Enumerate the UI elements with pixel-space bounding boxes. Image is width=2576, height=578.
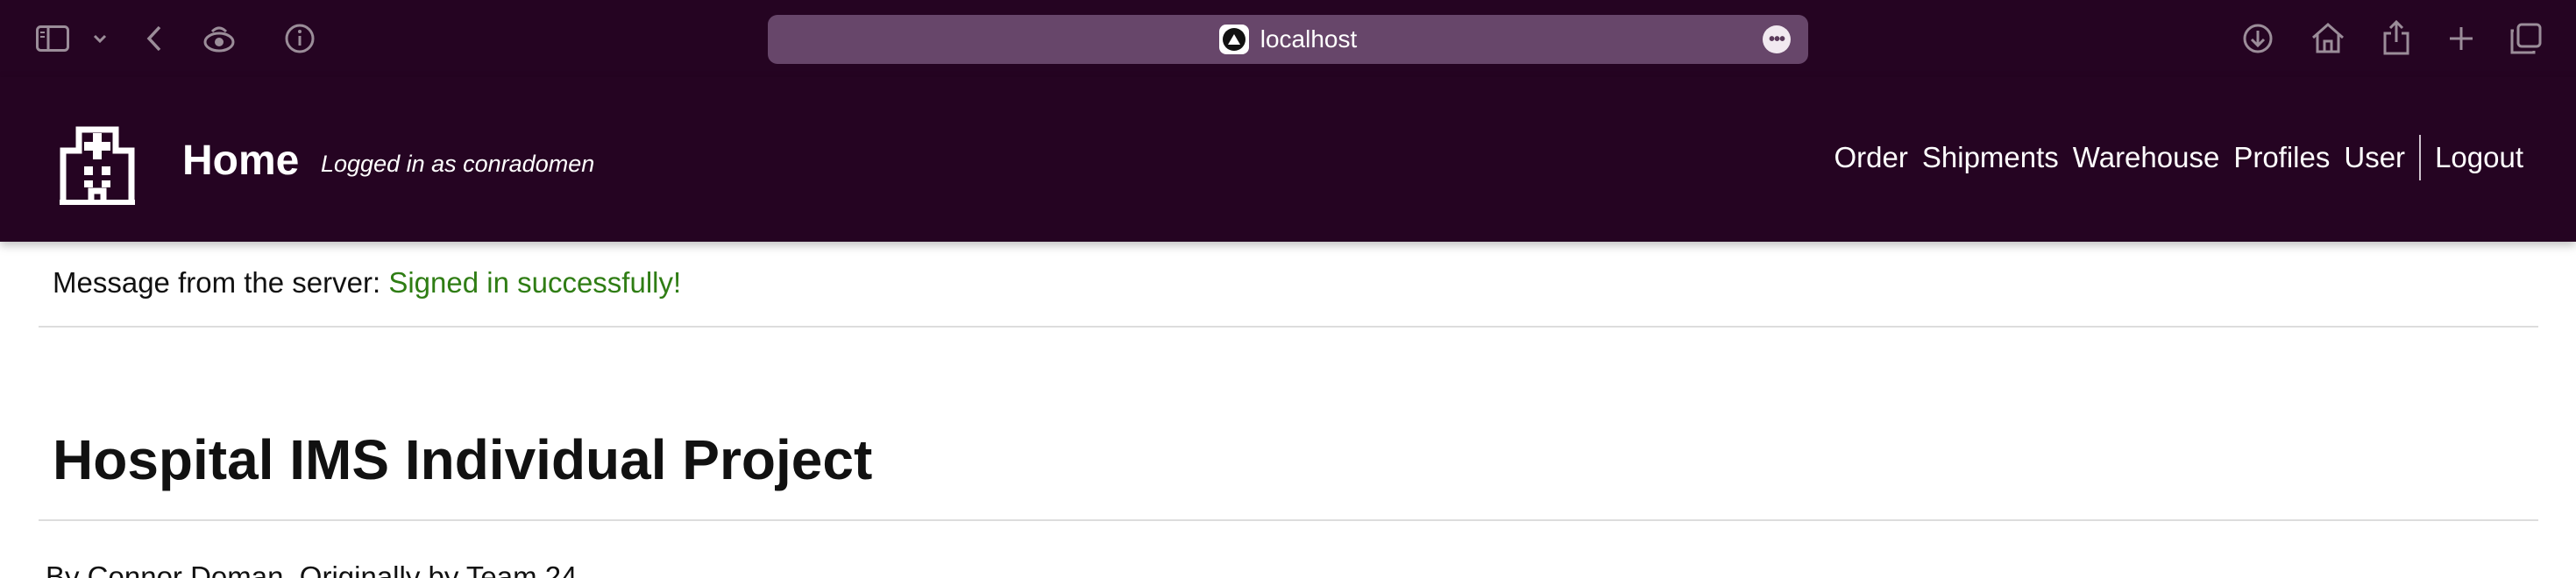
nav-user-link[interactable]: User (2344, 141, 2405, 174)
nav-shipments-link[interactable]: Shipments (1922, 141, 2059, 174)
browser-toolbar: localhost ••• (0, 0, 2576, 77)
more-icon[interactable]: ••• (1763, 25, 1791, 53)
download-icon[interactable] (2240, 21, 2275, 56)
main-nav: Order Shipments Warehouse Profiles User … (1820, 133, 2523, 182)
server-message-text: Signed in successfully! (388, 266, 682, 299)
plus-icon[interactable] (2445, 23, 2477, 54)
page-title[interactable]: Home (182, 137, 299, 185)
info-icon[interactable] (282, 21, 317, 56)
divider (39, 326, 2538, 328)
byline: By Connor Doman. Originally by Team 24 (46, 560, 578, 578)
nav-divider (2419, 135, 2422, 180)
server-message-prefix: Message from the server: (53, 266, 381, 299)
home-icon[interactable] (2309, 19, 2347, 56)
share-icon[interactable] (2381, 18, 2412, 58)
tab-overview-icon[interactable] (2509, 21, 2544, 56)
logged-in-status: Logged in as conradomen (321, 151, 595, 177)
nav-warehouse-link[interactable]: Warehouse (2073, 141, 2220, 174)
logout-link[interactable]: Logout (2435, 141, 2523, 174)
url-text: localhost (1260, 25, 1358, 53)
server-message: Message from the server: Signed in succe… (53, 266, 681, 300)
back-arrow-icon[interactable] (142, 23, 167, 54)
privacy-report-icon[interactable] (200, 19, 238, 58)
site-favicon-icon (1218, 25, 1249, 54)
hospital-building-icon[interactable] (60, 119, 135, 208)
sidebar-icon[interactable] (33, 21, 72, 56)
main-heading: Hospital IMS Individual Project (53, 428, 873, 491)
address-bar[interactable]: localhost ••• (768, 15, 1808, 64)
divider (39, 519, 2538, 521)
nav-profiles-link[interactable]: Profiles (2233, 141, 2330, 174)
chevron-down-icon[interactable] (91, 28, 109, 49)
app-header: Home Logged in as conradomen Order Shipm… (0, 77, 2576, 242)
nav-order-link[interactable]: Order (1834, 141, 1908, 174)
